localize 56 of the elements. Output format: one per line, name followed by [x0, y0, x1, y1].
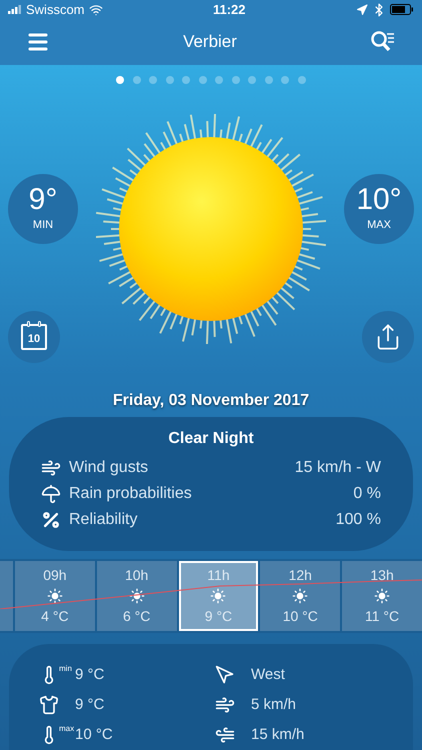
detail-value: 10 °C — [75, 724, 113, 745]
hour-time: 12h — [288, 566, 312, 586]
hour-time: 13h — [370, 566, 394, 586]
hour-temp: 4 °C — [41, 607, 69, 626]
summary-label: Rain probabilities — [69, 484, 193, 504]
min-temp: 9° — [28, 185, 58, 216]
hour-cell[interactable]: 12h 10 °C — [260, 561, 340, 631]
shirt-icon — [39, 695, 59, 715]
battery-icon — [390, 4, 414, 16]
hour-time: 11h — [207, 566, 230, 586]
sun-icon — [210, 588, 226, 604]
hour-cell[interactable]: 11h 9 °C — [178, 561, 258, 631]
city-title: Verbier — [183, 31, 237, 54]
hour-cell[interactable]: 10h 6 °C — [96, 561, 177, 631]
location-icon — [356, 4, 368, 16]
hour-temp: 10 °C — [282, 607, 318, 626]
summary-value: 15 km/h - W — [294, 458, 381, 478]
detail-value: West — [251, 664, 285, 685]
hour-cell[interactable]: 09h 4 °C — [14, 561, 95, 631]
wind-icon — [41, 458, 61, 478]
summary-value: 100 % — [336, 510, 381, 530]
date-heading: Friday, 03 November 2017 — [112, 391, 310, 412]
detail-value: 9 °C — [75, 694, 104, 715]
detail-value: 15 km/h — [251, 724, 304, 745]
hour-time: 10h — [124, 566, 148, 586]
hour-cell[interactable] — [0, 561, 13, 631]
summary-label: Reliability — [69, 510, 138, 530]
carrier-name: Swisscom — [26, 1, 85, 20]
condition-title: Clear Night — [167, 429, 255, 450]
sun-icon — [292, 588, 308, 604]
sun-icon — [128, 588, 145, 604]
detail-value: 5 km/h — [251, 694, 296, 715]
clock-time: 11:22 — [212, 1, 246, 20]
thermometer-label: max — [59, 725, 74, 733]
sun-icon — [46, 588, 63, 604]
summary-value: 0 % — [353, 484, 381, 504]
wifi-icon — [88, 2, 103, 17]
hour-time: 09h — [43, 566, 67, 586]
umbrella-icon — [41, 484, 61, 504]
min-label: MIN — [32, 218, 54, 234]
gust-icon — [215, 725, 235, 745]
hour-temp: 6 °C — [122, 607, 150, 626]
hour-temp: 11 °C — [365, 607, 400, 626]
detail-value: 9 °C — [75, 664, 104, 685]
percent-icon — [41, 510, 61, 530]
max-temp: 10° — [356, 185, 402, 216]
hour-cell[interactable]: 13h 11 °C — [342, 561, 422, 631]
direction-icon — [215, 665, 235, 685]
signal-icon — [8, 5, 22, 14]
sun-icon — [374, 588, 390, 604]
hour-temp: 9 °C — [204, 607, 232, 626]
summary-label: Wind gusts — [69, 458, 150, 478]
thermometer-label: min — [59, 665, 72, 673]
max-label: MAX — [367, 218, 391, 234]
wind-icon — [215, 695, 235, 715]
calendar-button[interactable]: 10 — [8, 311, 60, 364]
